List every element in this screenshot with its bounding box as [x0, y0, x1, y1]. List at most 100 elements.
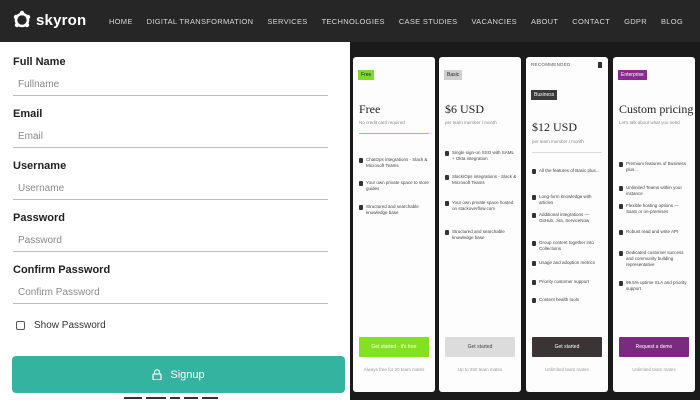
- plan-cta-button[interactable]: Get started: [532, 337, 602, 357]
- nav-gdpr[interactable]: GDPR: [617, 17, 654, 26]
- plan-card-business: RECOMMENDED Business $12 USD per team me…: [526, 57, 608, 392]
- brand-logo[interactable]: skyron: [12, 10, 86, 30]
- plan-note: Unlimited team mates: [545, 367, 589, 372]
- feature-icon: [445, 175, 449, 180]
- nav-case-studies[interactable]: CASE STUDIES: [392, 17, 465, 26]
- signup-form: Full Name Email Username Password Confir…: [0, 42, 350, 400]
- username-label: Username: [13, 160, 67, 172]
- nav-about[interactable]: ABOUT: [524, 17, 565, 26]
- feature-icon: [619, 186, 623, 191]
- plan-feature: 99.5% uptime SLA and priority support: [619, 280, 691, 292]
- feature-icon: [445, 230, 449, 235]
- feature-icon: [619, 230, 623, 235]
- fullname-input[interactable]: [13, 74, 328, 96]
- plan-feature: Structured and searchable knowledge base: [445, 229, 517, 241]
- plan-feature: Content health tools: [532, 297, 604, 303]
- nav-contact[interactable]: CONTACT: [565, 17, 617, 26]
- plan-subtitle: per team member / month: [532, 139, 584, 144]
- show-password-checkbox[interactable]: [16, 321, 25, 330]
- feature-icon: [532, 298, 536, 303]
- plan-cta-button[interactable]: Get started: [445, 337, 515, 357]
- feature-icon: [532, 195, 536, 200]
- nav-services[interactable]: SERVICES: [260, 17, 314, 26]
- plan-subtitle: Let's talk about what you need: [619, 120, 680, 125]
- plan-feature: Flexible hosting options — SaaS or on-pr…: [619, 203, 691, 215]
- password-input[interactable]: [13, 230, 328, 252]
- username-input[interactable]: [13, 178, 328, 200]
- plan-feature: Single sign-on SSO with SAML + Okta inte…: [445, 150, 517, 162]
- lock-icon: [152, 369, 162, 381]
- feature-icon: [532, 169, 536, 174]
- plan-feature: Your own private space to store guides: [359, 180, 431, 192]
- plan-subtitle: per team member / month: [445, 120, 497, 125]
- plan-note: Unlimited team mates: [632, 367, 676, 372]
- plan-feature: Unlimited Teams within your instance: [619, 185, 691, 197]
- feature-icon: [445, 201, 449, 206]
- plan-name: $6 USD: [445, 102, 485, 116]
- feature-icon: [532, 280, 536, 285]
- plan-feature: Dedicated customer success and community…: [619, 250, 691, 268]
- recommended-label: RECOMMENDED: [531, 62, 571, 67]
- feature-icon: [532, 213, 536, 218]
- plan-cta-button[interactable]: Get started - it's free: [359, 337, 429, 357]
- plan-feature: Structured and searchable knowledge base: [359, 204, 431, 216]
- feature-icon: [359, 205, 363, 210]
- email-input[interactable]: [13, 126, 328, 148]
- fullname-label: Full Name: [13, 56, 66, 68]
- plan-note: Up to 250 team mates: [457, 367, 503, 372]
- top-navbar: skyron HOME DIGITAL TRANSFORMATION SERVI…: [0, 0, 700, 42]
- plan-feature: Group content together into Collections: [532, 240, 604, 252]
- feature-icon: [532, 241, 536, 246]
- plan-note: Always free for 20 team mates: [363, 367, 425, 372]
- pricing-panel: Free Free No credit card required ChatOp…: [350, 42, 700, 400]
- plan-feature: Additional integrations — GitHub, Jira, …: [532, 212, 604, 224]
- plan-card-free: Free Free No credit card required ChatOp…: [353, 57, 435, 392]
- plan-feature: Slack/Ops integrations - Slack & Microso…: [445, 174, 517, 186]
- plan-cta-button[interactable]: Request a demo: [619, 337, 689, 357]
- plan-name: Free: [359, 102, 381, 116]
- nav-vacancies[interactable]: VACANCIES: [464, 17, 524, 26]
- confirm-password-input[interactable]: [13, 282, 328, 304]
- confirm-password-label: Confirm Password: [13, 264, 111, 276]
- plan-feature: Premium features of Business plus...: [619, 161, 691, 173]
- plan-name: $12 USD: [532, 120, 578, 134]
- brand-name: skyron: [36, 11, 87, 29]
- nav-home[interactable]: HOME: [102, 17, 140, 26]
- nav-blog[interactable]: BLOG: [654, 17, 690, 26]
- feature-icon: [359, 181, 363, 186]
- feature-icon: [445, 151, 449, 156]
- password-label: Password: [13, 212, 65, 224]
- plan-badge: Basic: [444, 70, 463, 80]
- feature-icon: [619, 281, 623, 286]
- plan-feature: ChatOps integrations - Slack & Microsoft…: [359, 157, 431, 169]
- signup-button[interactable]: Signup: [12, 356, 345, 393]
- main-nav: HOME DIGITAL TRANSFORMATION SERVICES TEC…: [102, 0, 690, 42]
- plan-subtitle: No credit card required: [359, 120, 405, 125]
- feature-icon: [619, 251, 623, 256]
- plan-feature: Priority customer support: [532, 279, 604, 285]
- nav-digital-transformation[interactable]: DIGITAL TRANSFORMATION: [140, 17, 261, 26]
- feature-icon: [619, 162, 623, 167]
- plan-feature: Robust read and write API: [619, 229, 691, 235]
- plan-badge: Enterprise: [618, 70, 647, 80]
- nav-technologies[interactable]: TECHNOLOGIES: [315, 17, 392, 26]
- plan-feature: All the features of Basic plus...: [532, 168, 604, 174]
- plan-feature: Long-form knowledge with articles: [532, 194, 604, 206]
- plan-name: Custom pricing: [619, 102, 694, 116]
- plan-card-enterprise: Enterprise Custom pricing Let's talk abo…: [613, 57, 695, 392]
- plan-badge: Business: [531, 90, 558, 100]
- signup-label: Signup: [170, 368, 205, 381]
- skyron-logo-icon: [12, 10, 32, 30]
- plan-card-basic: Basic $6 USD per team member / month Sin…: [439, 57, 521, 392]
- feature-icon: [619, 204, 623, 209]
- plan-badge: Free: [358, 70, 375, 80]
- feature-icon: [359, 158, 363, 163]
- feature-icon: [532, 261, 536, 266]
- show-password-label: Show Password: [34, 320, 106, 331]
- bookmark-icon: [598, 62, 602, 68]
- plan-feature: Your own private space hosted on stackov…: [445, 200, 517, 212]
- show-password-toggle[interactable]: Show Password: [16, 320, 106, 331]
- plan-divider: [532, 152, 602, 153]
- email-label: Email: [13, 108, 43, 120]
- plan-feature: Usage and adoption metrics: [532, 260, 604, 266]
